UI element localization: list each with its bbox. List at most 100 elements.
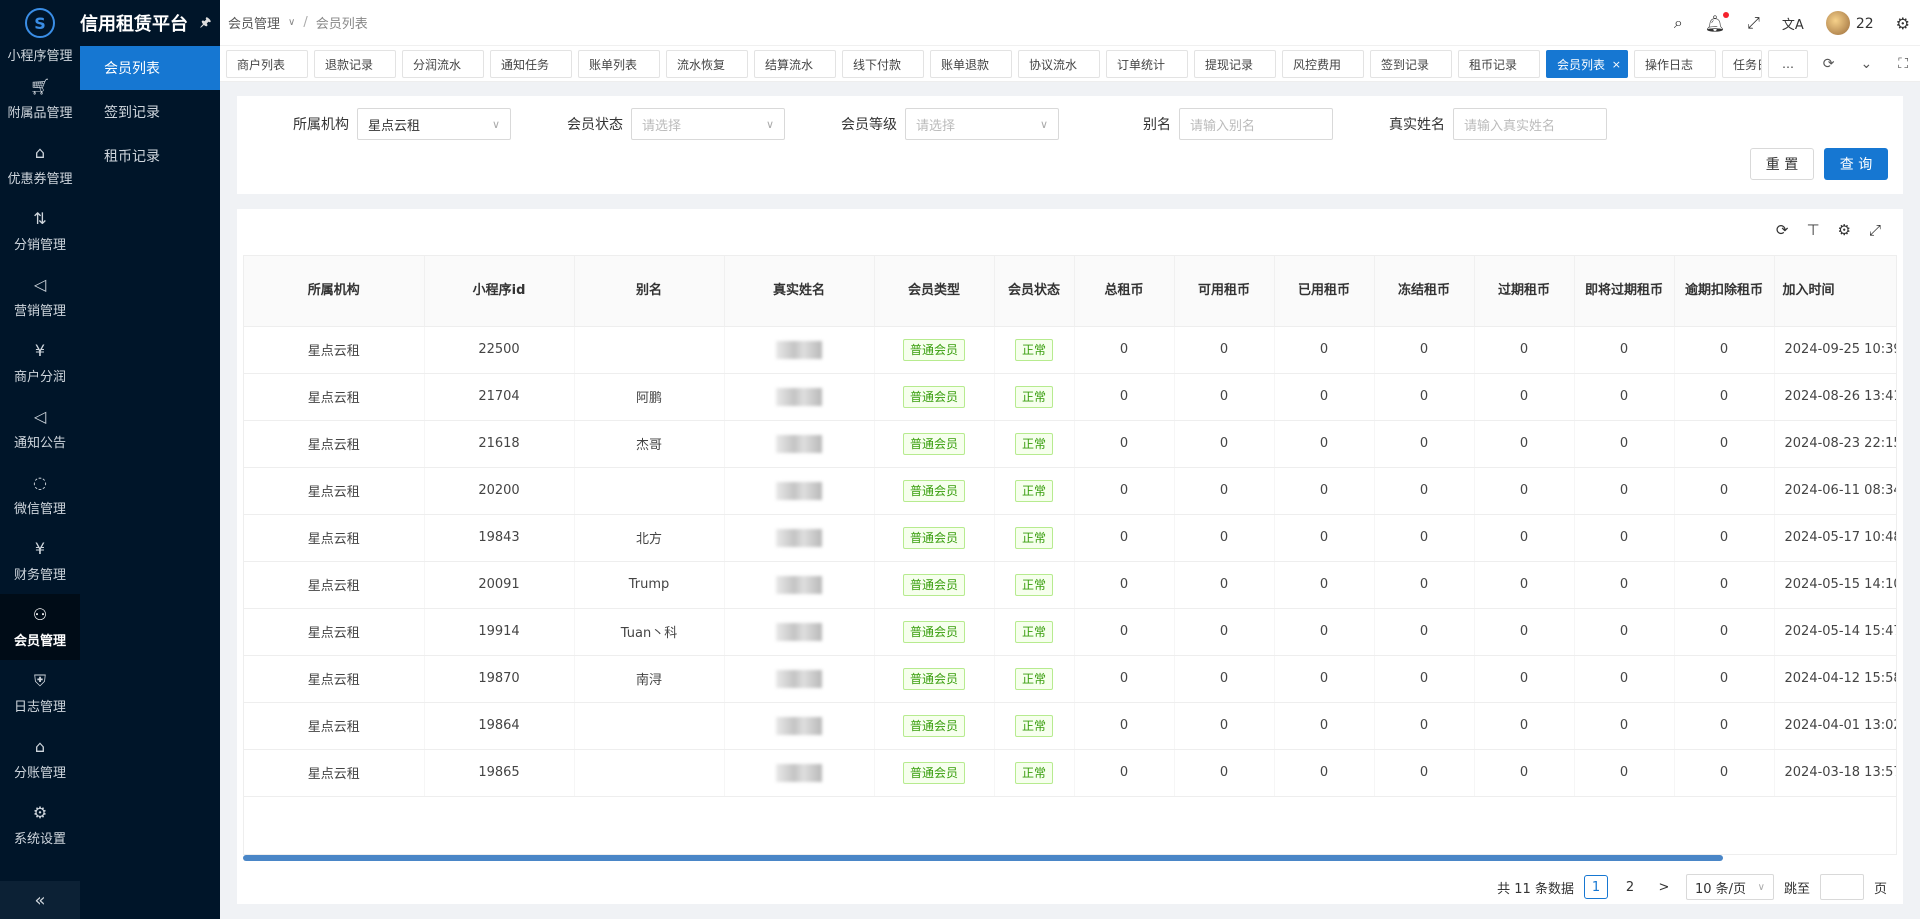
maximize-icon[interactable]: ⛶ <box>1898 56 1908 72</box>
table-row[interactable]: 星点云租 22500 普通会员 正常 0 0 0 0 0 0 0 2024-09-25 10:39 <box>244 326 1896 374</box>
tab-12[interactable]: 风控费用 <box>1282 50 1364 78</box>
table-cell: 0 <box>1674 420 1775 468</box>
rail-item-4[interactable]: ◁ 营销管理 <box>0 264 80 330</box>
collapse-sidebar-button[interactable]: « <box>0 881 80 919</box>
tab-1[interactable]: 退款记录 <box>314 50 396 78</box>
tab-14[interactable]: 租币记录 <box>1458 50 1540 78</box>
table-cell: 星点云租 <box>244 373 425 421</box>
table-row[interactable]: 星点云租 20091 Trump 普通会员 正常 0 0 0 0 0 0 0 2024-05-15 14… <box>244 561 1896 609</box>
translate-icon[interactable]: 文A <box>1782 14 1804 33</box>
refresh-icon[interactable]: ⟳ <box>1776 221 1789 239</box>
refresh-icon[interactable]: ⟳ <box>1823 56 1835 72</box>
table-row[interactable]: 星点云租 19914 Tuan丶科 普通会员 正常 0 0 0 0 0 0 0 2024-05-14 1… <box>244 608 1896 656</box>
table-row[interactable]: 星点云租 19843 北方 普通会员 正常 0 0 0 0 0 0 0 2024-05-17 10:48 <box>244 514 1896 562</box>
table-row[interactable]: 星点云租 19870 南浔 普通会员 正常 0 0 0 0 0 0 0 2024-04-12 15:58 <box>244 655 1896 703</box>
rail-item-12[interactable]: ⚙ 系统设置 <box>0 792 80 858</box>
query-button[interactable]: 查 询 <box>1824 148 1888 180</box>
rail-item-label: 附属品管理 <box>7 105 73 121</box>
table-cell: 正常 <box>994 514 1075 562</box>
reset-button[interactable]: 重 置 <box>1750 148 1814 180</box>
table-cell: 0 <box>1074 467 1175 515</box>
tab-7[interactable]: 线下付款 <box>842 50 924 78</box>
table-cell: 普通会员 <box>874 608 995 656</box>
table-row[interactable]: 星点云租 20200 普通会员 正常 0 0 0 0 0 0 0 2024-06-11 08:34 <box>244 467 1896 515</box>
rail-item-3[interactable]: ⇅ 分销管理 <box>0 198 80 264</box>
table-cell: 杰哥 <box>574 420 725 468</box>
fullscreen-icon[interactable]: ⤢ <box>1747 13 1760 33</box>
search-icon[interactable]: ⌕ <box>1674 13 1683 33</box>
table-cell: 0 <box>1174 608 1275 656</box>
tab-3[interactable]: 通知任务 <box>490 50 572 78</box>
tabs-more-button[interactable]: … <box>1768 50 1808 78</box>
table-cell: 0 <box>1274 749 1375 797</box>
tab-15[interactable]: 会员列表 × <box>1546 50 1628 78</box>
rail-item-5[interactable]: ¥ 商户分润 <box>0 330 80 396</box>
alias-label: 别名 <box>1143 117 1171 133</box>
table-cell: 0 <box>1074 702 1175 750</box>
realname-input[interactable]: 请输入真实姓名 <box>1453 108 1607 140</box>
jump-page-input[interactable] <box>1819 874 1864 900</box>
breadcrumb-item[interactable]: 会员管理 <box>228 13 280 32</box>
table-cell: 0 <box>1474 749 1575 797</box>
page-2-button[interactable]: 2 <box>1618 875 1642 899</box>
page-1-button[interactable]: 1 <box>1583 875 1608 899</box>
rail-item-10[interactable]: ⛨ 日志管理 <box>0 660 80 726</box>
tab-16[interactable]: 操作日志 <box>1634 50 1716 78</box>
rail-item-9[interactable]: ⚇ 会员管理 <box>0 594 80 660</box>
rail-item-2[interactable]: ⌂ 优惠券管理 <box>0 132 80 198</box>
bell-icon[interactable]: 🔔︎ <box>1705 11 1730 33</box>
submenu-item-0[interactable]: 会员列表 <box>80 46 220 90</box>
fullscreen-icon[interactable]: ⤢ <box>1869 221 1881 239</box>
status-select[interactable]: 请选择 ∨ <box>631 108 785 140</box>
tab-2[interactable]: 分润流水 <box>402 50 484 78</box>
level-select[interactable]: 请选择 ∨ <box>905 108 1059 140</box>
rail-item-0[interactable]: 小程序管理 <box>0 42 80 66</box>
rail-item-7[interactable]: ◌ 微信管理 <box>0 462 80 528</box>
tab-9[interactable]: 协议流水 <box>1018 50 1100 78</box>
submenu-item-2[interactable]: 租币记录 <box>80 134 220 178</box>
column-header: 加入时间 <box>1774 256 1896 327</box>
alias-input[interactable]: 请输入别名 <box>1179 108 1333 140</box>
table-cell: 0 <box>1474 420 1575 468</box>
rail-item-11[interactable]: ⌂ 分账管理 <box>0 726 80 792</box>
tab-5[interactable]: 流水恢复 <box>666 50 748 78</box>
org-select[interactable]: 星点云租 ∨ <box>357 108 511 140</box>
table-cell: 0 <box>1074 749 1175 797</box>
rail-item-1[interactable]: 🛒︎ 附属品管理 <box>0 66 80 132</box>
table-row[interactable]: 星点云租 19865 普通会员 正常 0 0 0 0 0 0 0 2024-03-18 13:57 <box>244 749 1896 797</box>
tab-11[interactable]: 提现记录 <box>1194 50 1276 78</box>
rail-item-6[interactable]: ◁ 通知公告 <box>0 396 80 462</box>
close-icon[interactable]: × <box>1612 58 1621 71</box>
table-cell: 0 <box>1174 702 1275 750</box>
table-row[interactable]: 星点云租 21704 阿鹏 普通会员 正常 0 0 0 0 0 0 0 2024-08-26 13:41 <box>244 373 1896 421</box>
table-cell: 0 <box>1374 561 1475 609</box>
tab-8[interactable]: 账单退款 <box>930 50 1012 78</box>
page-size-select[interactable]: 10 条/页 ∨ <box>1685 874 1774 900</box>
table-cell <box>724 514 875 562</box>
pin-icon[interactable]: 🖈 <box>200 13 211 34</box>
tab-10[interactable]: 订单统计 <box>1106 50 1188 78</box>
table-toolbar: ⟳ ⊤ ⚙ ⤢ <box>1776 221 1881 239</box>
chevron-down-icon[interactable]: ⌄ <box>1860 56 1872 72</box>
header-actions: ⌕ 🔔︎ ⤢ 文A 22 ⚙ <box>1674 0 1910 46</box>
gear-icon[interactable]: ⚙ <box>1896 14 1910 33</box>
table-row[interactable]: 星点云租 19864 普通会员 正常 0 0 0 0 0 0 0 2024-04-01 13:02 <box>244 702 1896 750</box>
table-row[interactable]: 星点云租 21618 杰哥 普通会员 正常 0 0 0 0 0 0 0 2024-08-23 22:15 <box>244 420 1896 468</box>
rail-item-8[interactable]: ¥ 财务管理 <box>0 528 80 594</box>
gear-icon[interactable]: ⚙ <box>1838 221 1851 239</box>
next-page-button[interactable]: > <box>1652 875 1676 899</box>
tab-17[interactable]: 任务日 <box>1722 50 1762 78</box>
horizontal-scrollbar[interactable] <box>243 855 1723 861</box>
tab-13[interactable]: 签到记录 <box>1370 50 1452 78</box>
tab-6[interactable]: 结算流水 <box>754 50 836 78</box>
submenu-item-1[interactable]: 签到记录 <box>80 90 220 134</box>
tab-4[interactable]: 账单列表 <box>578 50 660 78</box>
table-cell: 2024-05-15 14:10 <box>1774 561 1896 609</box>
table-cell: 0 <box>1074 561 1175 609</box>
table-cell: 普通会员 <box>874 749 995 797</box>
user-menu[interactable]: 22 <box>1825 11 1874 35</box>
column-height-icon[interactable]: ⊤ <box>1806 221 1819 239</box>
table-cell: 0 <box>1374 702 1475 750</box>
tab-0[interactable]: 商户列表 <box>226 50 308 78</box>
table-cell: 0 <box>1274 326 1375 374</box>
